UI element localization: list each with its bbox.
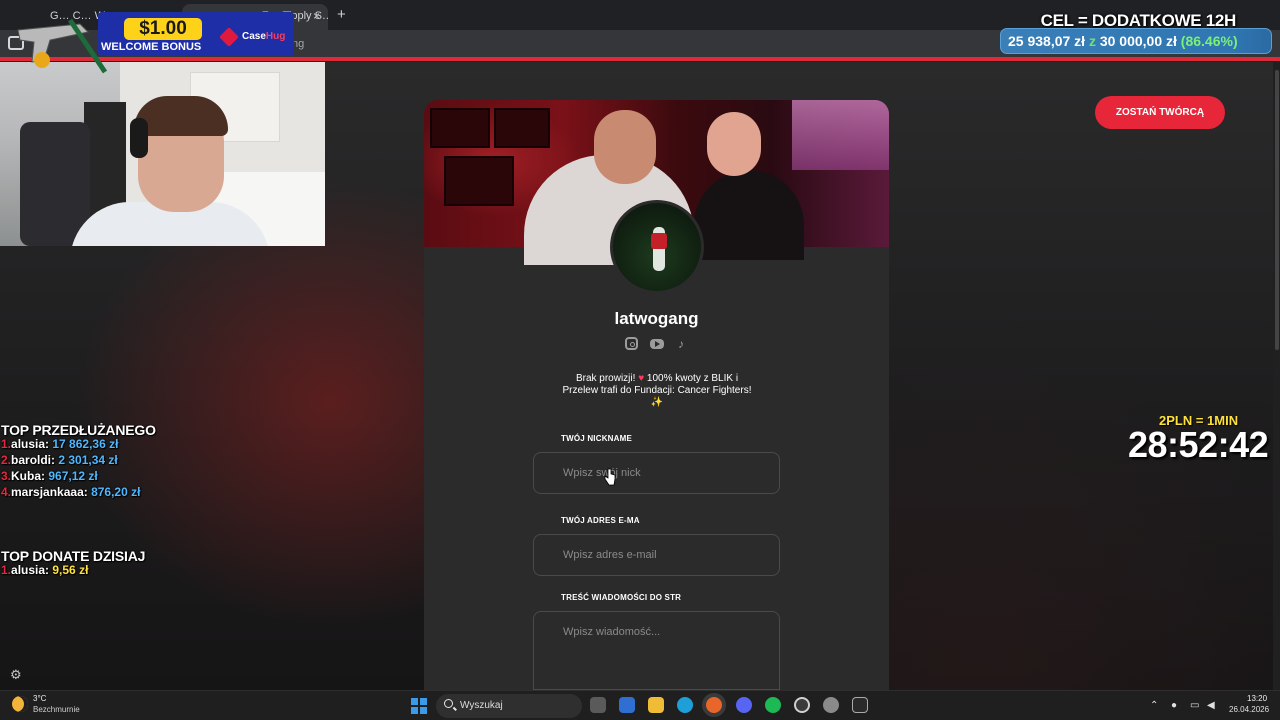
microphone-icon[interactable]: ●	[1171, 700, 1177, 711]
store-icon[interactable]	[619, 697, 635, 713]
email-placeholder: Wpisz adres e-mail	[563, 549, 657, 561]
email-label: TWÓJ ADRES E-MA	[561, 516, 640, 525]
webcam-overlay	[0, 62, 325, 246]
close-tab-icon[interactable]: ×	[313, 9, 320, 23]
gear-icon[interactable]: ⚙	[10, 667, 22, 683]
windows-start-icon[interactable]	[411, 698, 427, 714]
edge-icon[interactable]	[677, 697, 693, 713]
epic-games-icon[interactable]	[852, 697, 868, 713]
leaderboard-title: TOP PRZEDŁUŻANEGO	[1, 422, 156, 438]
tiktok-icon[interactable]: ♪	[674, 337, 688, 351]
settings-icon[interactable]	[823, 697, 839, 713]
leaderboard-row: 1.alusia: 9,56 zł	[1, 563, 88, 577]
taskbar: 3°C Bezchmurnie Wyszukaj ⌃ ● ▭ ◀ 13:20 2…	[0, 690, 1280, 720]
headset-icon	[130, 118, 148, 158]
avatar-figure-shirt	[651, 233, 667, 249]
moon-weather-icon[interactable]	[12, 696, 28, 712]
subathon-timer: 28:52:42	[1128, 424, 1269, 465]
search-icon	[444, 699, 453, 708]
leaderboard-row: 2.baroldi: 2 301,34 zł	[1, 453, 118, 467]
promo-banner: $1.00 WELCOME BONUS CaseHug	[10, 10, 294, 74]
volume-icon[interactable]: ◀	[1207, 700, 1215, 711]
donor-amount: 9,56 zł	[52, 563, 89, 577]
clock-date[interactable]: 26.04.2026	[1229, 705, 1269, 714]
goal-separator: z	[1088, 33, 1096, 49]
nickname-label: TWÓJ NICKNAME	[561, 434, 633, 443]
message-placeholder: Wpisz wiadomość...	[563, 626, 661, 638]
obs-icon[interactable]	[794, 697, 810, 713]
rank: 1.	[1, 563, 12, 577]
profile-avatar	[610, 200, 704, 294]
task-view-icon[interactable]	[590, 697, 606, 713]
donor-amount: 17 862,36 zł	[52, 437, 119, 451]
goal-target: 30 000,00 zł	[1099, 33, 1177, 49]
profile-description: Brak prowizji! ♥ 100% kwoty z BLIK i Prz…	[560, 373, 754, 409]
banner-person-head	[594, 110, 656, 184]
youtube-icon[interactable]	[650, 339, 664, 349]
nickname-placeholder: Wpisz swój nick	[563, 467, 641, 479]
banner-monitor	[494, 108, 550, 148]
rank: 3.	[1, 469, 12, 483]
weather-temperature: 3°C	[33, 694, 47, 703]
rank: 1.	[1, 437, 12, 451]
promo-subtitle: WELCOME BONUS	[101, 41, 202, 53]
leaderboard-row: 4.marsjankaaa: 876,20 zł	[1, 485, 140, 499]
clock-time[interactable]: 13:20	[1247, 694, 1267, 703]
rank: 4.	[1, 485, 12, 499]
instagram-icon[interactable]	[625, 337, 638, 350]
brand-text: Case	[242, 31, 266, 42]
discord-icon[interactable]	[736, 697, 752, 713]
banner-monitor	[430, 108, 490, 148]
scrollbar-thumb[interactable]	[1275, 70, 1279, 350]
goal-current: 25 938,07 zł	[1008, 33, 1086, 49]
donor-name: alusia:	[11, 563, 50, 577]
donor-amount: 967,12 zł	[48, 469, 98, 483]
message-field[interactable]: Wpisz wiadomość...	[533, 611, 780, 690]
mouse-cursor-icon	[604, 468, 616, 486]
today-leaderboard-title: TOP DONATE DZISIAJ	[1, 548, 146, 564]
banner-person-head	[707, 112, 761, 176]
goal-percent: (86.46%)	[1180, 33, 1238, 49]
message-label: TREŚĆ WIADOMOŚCI DO STR	[561, 593, 682, 602]
banner-screen	[792, 100, 889, 170]
leaderboard-row: 3.Kuba: 967,12 zł	[1, 469, 98, 483]
goal-progress-bar: 25 938,07 zł z 30 000,00 zł (86.46%)	[1000, 28, 1272, 54]
webcam-person-hair	[134, 96, 228, 136]
goal-progress-text: 25 938,07 zł z 30 000,00 zł (86.46%)	[1008, 33, 1238, 49]
email-field[interactable]: Wpisz adres e-mail	[533, 534, 780, 576]
donor-name: alusia:	[11, 437, 50, 451]
donor-amount: 876,20 zł	[91, 485, 141, 499]
donor-amount: 2 301,34 zł	[58, 453, 118, 467]
become-creator-button[interactable]: ZOSTAŃ TWÓRCĄ	[1095, 96, 1225, 129]
promo-brand: CaseHug	[242, 31, 285, 42]
chevron-up-icon[interactable]: ⌃	[1150, 700, 1158, 711]
donor-name: Kuba:	[11, 469, 46, 483]
donor-name: marsjankaaa:	[11, 485, 88, 499]
description-text: Brak prowizji!	[575, 373, 639, 384]
promo-amount: $1.00	[124, 18, 202, 40]
network-icon[interactable]: ▭	[1190, 700, 1199, 711]
profile-name: latwogang	[614, 309, 699, 328]
file-explorer-icon[interactable]	[648, 697, 664, 713]
banner-monitor	[444, 156, 514, 206]
banner-person	[694, 170, 804, 260]
nickname-field[interactable]: Wpisz swój nick	[533, 452, 780, 494]
donor-name: baroldi:	[11, 453, 56, 467]
weather-description: Bezchmurnie	[33, 705, 80, 714]
taskbar-search[interactable]: Wyszukaj	[436, 694, 582, 718]
spotify-icon[interactable]	[765, 697, 781, 713]
leaderboard-row: 1.alusia: 17 862,36 zł	[1, 437, 118, 451]
brand-text: Hug	[265, 31, 286, 42]
firefox-icon[interactable]	[706, 697, 722, 713]
new-tab-button[interactable]: +	[337, 6, 346, 23]
taskbar-search-label: Wyszukaj	[460, 700, 503, 711]
rank: 2.	[1, 453, 12, 467]
